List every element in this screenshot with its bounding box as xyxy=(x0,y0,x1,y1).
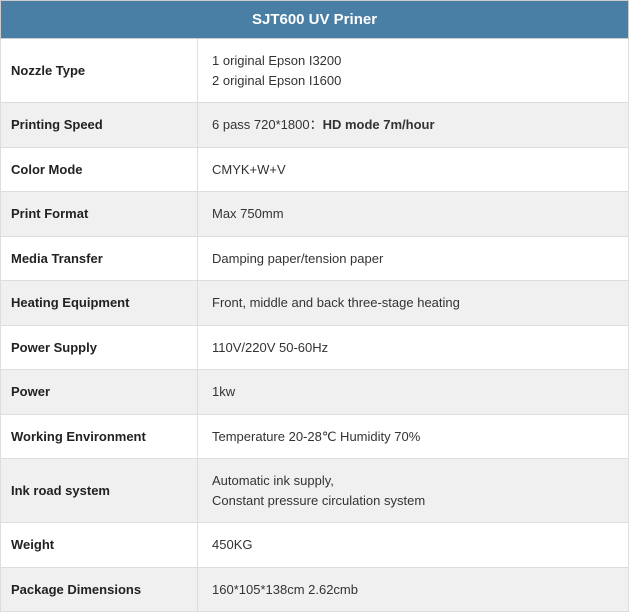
row-value: Automatic ink supply, Constant pressure c… xyxy=(198,459,629,523)
row-label: Package Dimensions xyxy=(1,567,198,612)
table-row: Media TransferDamping paper/tension pape… xyxy=(1,236,629,281)
row-value: Front, middle and back three-stage heati… xyxy=(198,281,629,326)
row-value: 110V/220V 50-60Hz xyxy=(198,325,629,370)
value-bold-part: HD mode 7m/hour xyxy=(323,117,435,132)
row-value: 6 pass 720*1800：HD mode 7m/hour xyxy=(198,103,629,148)
row-value: CMYK+W+V xyxy=(198,147,629,192)
table-row: Ink road system Automatic ink supply, Cons… xyxy=(1,459,629,523)
row-label: Ink road system xyxy=(1,459,198,523)
row-label: Power Supply xyxy=(1,325,198,370)
row-value: Damping paper/tension paper xyxy=(198,236,629,281)
spec-table: SJT600 UV Priner Nozzle Type1 original E… xyxy=(0,0,629,612)
table-row: Printing Speed6 pass 720*1800：HD mode 7m… xyxy=(1,103,629,148)
value-line: 2 original Epson I1600 xyxy=(212,73,341,88)
table-row: Nozzle Type 1 original Epson I3200 2 origi… xyxy=(1,39,629,103)
table-row: Color ModeCMYK+W+V xyxy=(1,147,629,192)
row-label: Media Transfer xyxy=(1,236,198,281)
row-value: Max 750mm xyxy=(198,192,629,237)
row-value: 160*105*138cm 2.62cmb xyxy=(198,567,629,612)
header-row: SJT600 UV Priner xyxy=(1,1,629,39)
table-row: Heating EquipmentFront, middle and back … xyxy=(1,281,629,326)
row-label: Print Format xyxy=(1,192,198,237)
row-value: 1 original Epson I3200 2 original Epson I… xyxy=(198,39,629,103)
value-line: Constant pressure circulation system xyxy=(212,493,425,508)
value-plain-part: 6 pass 720*1800： xyxy=(212,117,323,132)
row-label: Nozzle Type xyxy=(1,39,198,103)
row-value: 450KG xyxy=(198,523,629,568)
row-value: Temperature 20-28℃ Humidity 70% xyxy=(198,414,629,459)
table-row: Power1kw xyxy=(1,370,629,415)
row-label: Power xyxy=(1,370,198,415)
row-label: Weight xyxy=(1,523,198,568)
row-label: Printing Speed xyxy=(1,103,198,148)
row-value: 1kw xyxy=(198,370,629,415)
value-line: 1 original Epson I3200 xyxy=(212,53,341,68)
table-row: Working EnvironmentTemperature 20-28℃ Hu… xyxy=(1,414,629,459)
table-row: Power Supply110V/220V 50-60Hz xyxy=(1,325,629,370)
table-row: Weight450KG xyxy=(1,523,629,568)
value-line: Automatic ink supply, xyxy=(212,473,334,488)
table-row: Print FormatMax 750mm xyxy=(1,192,629,237)
table-row: Package Dimensions160*105*138cm 2.62cmb xyxy=(1,567,629,612)
row-label: Working Environment xyxy=(1,414,198,459)
table-title: SJT600 UV Priner xyxy=(1,1,629,39)
row-label: Color Mode xyxy=(1,147,198,192)
row-label: Heating Equipment xyxy=(1,281,198,326)
